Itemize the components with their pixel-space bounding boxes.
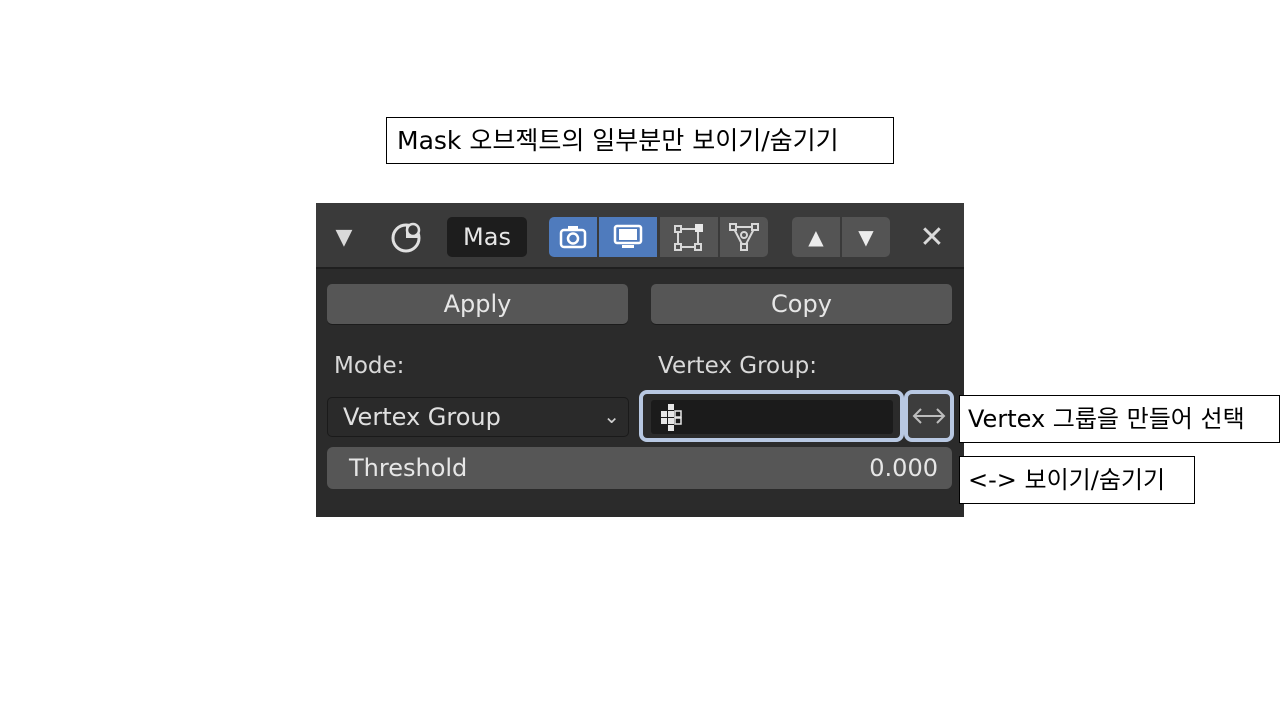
viewport-toggle-button[interactable]: [599, 217, 657, 257]
triangle-up-icon: ▲: [808, 225, 824, 249]
threshold-label: Threshold: [349, 454, 468, 482]
monitor-icon: [613, 224, 643, 248]
triangle-down-icon: ▼: [858, 225, 874, 249]
threshold-slider[interactable]: Threshold 0.000: [327, 447, 952, 489]
vertex-triangle-icon: [729, 223, 759, 251]
mode-select[interactable]: Vertex Group ⌄: [327, 397, 629, 437]
close-button[interactable]: ✕: [914, 217, 950, 257]
edit-mode-icon: [674, 224, 703, 251]
move-up-button[interactable]: ▲: [792, 217, 840, 257]
copy-button[interactable]: Copy: [651, 284, 952, 324]
apply-button[interactable]: Apply: [327, 284, 628, 324]
title-annotation: Mask 오브젝트의 일부분만 보이기/숨기기: [386, 117, 894, 164]
mask-modifier-icon: [386, 217, 426, 257]
camera-icon: [559, 226, 587, 249]
editmode-toggle-button[interactable]: [660, 217, 718, 257]
vertex-group-label: Vertex Group:: [658, 353, 818, 379]
cage-toggle-button[interactable]: [720, 217, 768, 257]
mode-select-value: Vertex Group: [343, 403, 501, 431]
double-arrow-icon: [912, 408, 946, 424]
modifier-name-field[interactable]: Mas: [447, 217, 527, 257]
render-toggle-button[interactable]: [549, 217, 597, 257]
invert-annotation: <-> 보이기/숨기기: [959, 456, 1195, 504]
move-down-button[interactable]: ▼: [842, 217, 890, 257]
invert-toggle-button[interactable]: [904, 390, 954, 442]
mask-modifier-panel: ▼ Mas ▲ ▼ ✕ Apply Copy Mode: Vertex Grou…: [316, 203, 964, 517]
collapse-arrow-icon[interactable]: ▼: [332, 223, 356, 251]
invert-annotation-text: <-> 보이기/숨기기: [968, 466, 1166, 494]
threshold-value: 0.000: [869, 454, 938, 482]
vertex-group-icon: [661, 404, 682, 431]
title-annotation-text: Mask 오브젝트의 일부분만 보이기/숨기기: [397, 126, 839, 155]
vertex-group-highlight: [639, 390, 904, 442]
vertex-group-annotation: Vertex 그룹을 만들어 선택: [959, 395, 1280, 443]
chevron-down-icon: ⌄: [603, 404, 620, 428]
vertex-group-field[interactable]: [651, 400, 893, 434]
modifier-header: ▼ Mas ▲ ▼ ✕: [316, 203, 964, 269]
vertex-group-annotation-text: Vertex 그룹을 만들어 선택: [968, 405, 1245, 433]
mode-label: Mode:: [334, 353, 405, 379]
close-icon: ✕: [919, 219, 945, 255]
